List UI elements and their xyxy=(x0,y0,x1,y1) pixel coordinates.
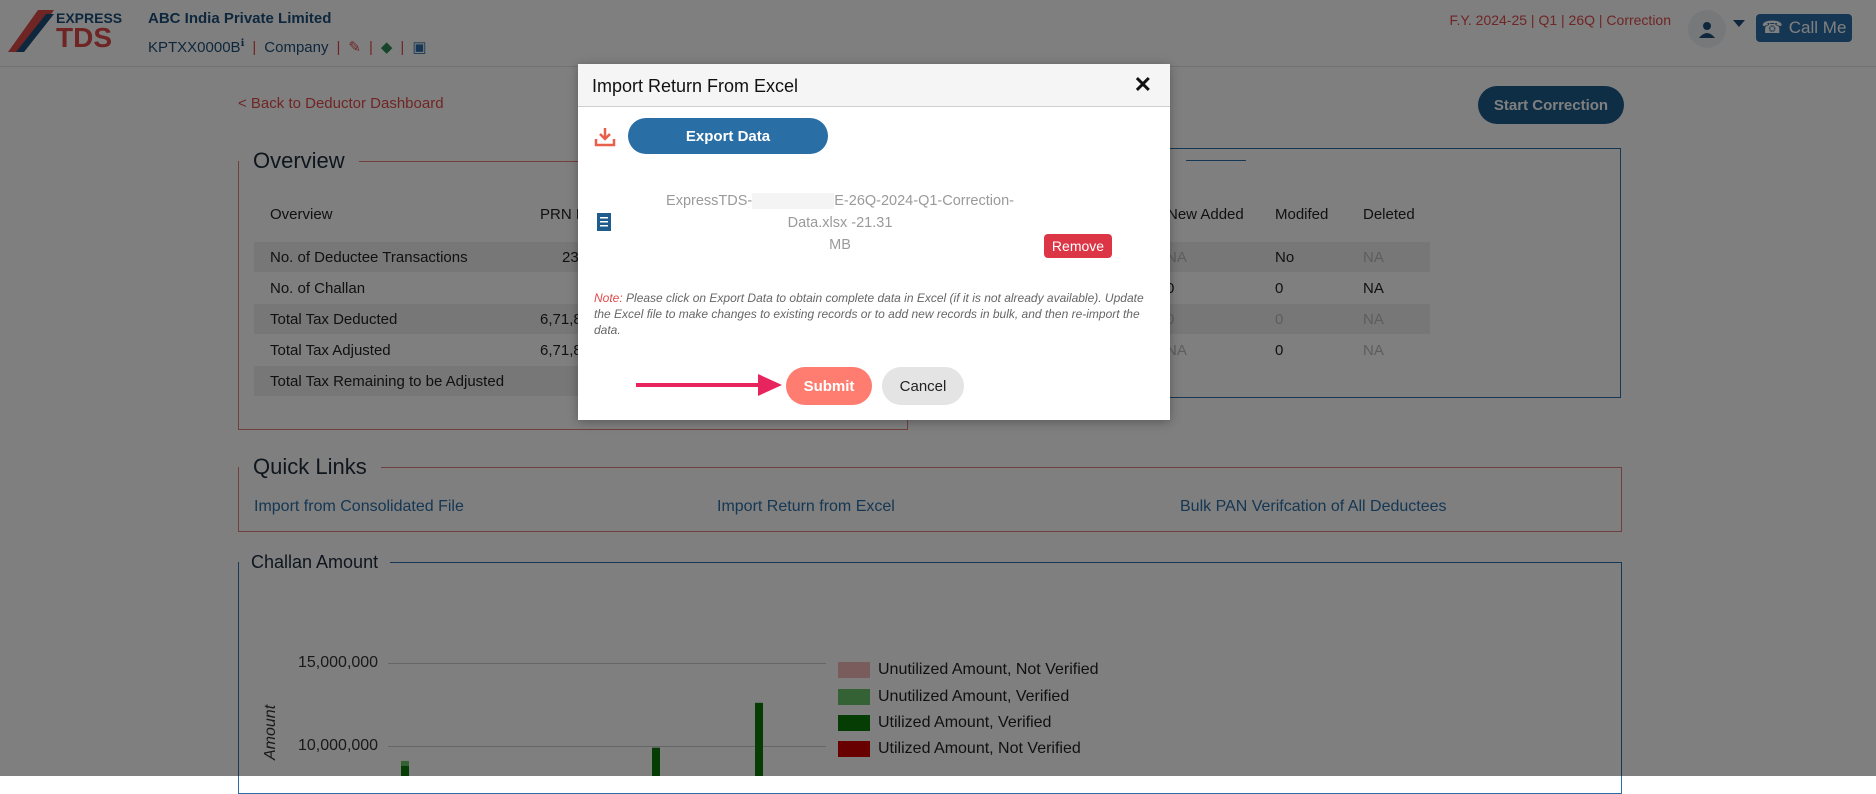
import-note: Note: Please click on Export Data to obt… xyxy=(594,290,1160,338)
arrow-pointer-icon xyxy=(636,374,782,396)
redacted-text xyxy=(752,193,835,210)
download-icon[interactable] xyxy=(594,126,616,148)
uploaded-file-name: ExpressTDS- E-26Q-2024-Q1-Correction-Data… xyxy=(642,190,1038,256)
submit-button[interactable]: Submit xyxy=(786,367,872,405)
file-icon xyxy=(597,213,611,231)
file-size-unit: MB xyxy=(829,237,851,253)
modal-title: Import Return From Excel xyxy=(592,76,799,96)
file-name-prefix: ExpressTDS- xyxy=(666,193,753,209)
close-icon[interactable]: ✕ xyxy=(1134,72,1152,98)
note-label: Note: xyxy=(594,291,623,305)
note-text: Please click on Export Data to obtain co… xyxy=(594,291,1144,337)
remove-file-button[interactable]: Remove xyxy=(1044,234,1112,258)
cancel-button[interactable]: Cancel xyxy=(882,367,964,405)
export-data-button[interactable]: Export Data xyxy=(628,118,828,154)
modal-header: Import Return From Excel ✕ xyxy=(578,64,1170,107)
import-return-modal: Import Return From Excel ✕ Export Data E… xyxy=(578,64,1170,420)
